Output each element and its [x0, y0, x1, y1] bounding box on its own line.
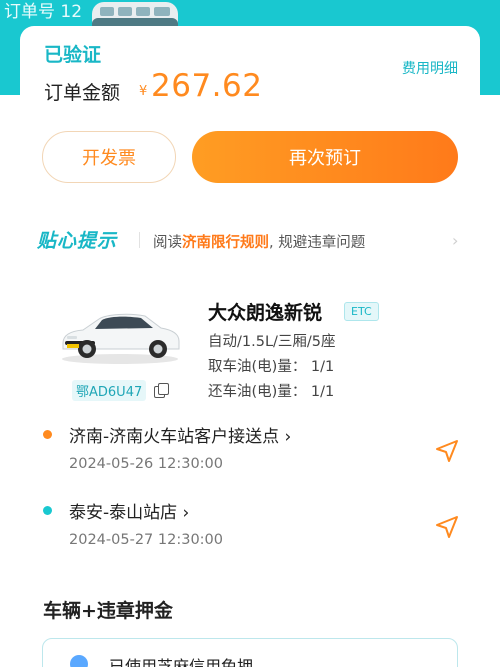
dropoff-name: 泰安-泰山站店 › — [69, 503, 190, 523]
dropoff-dot — [43, 506, 52, 515]
currency-symbol: ¥ — [139, 84, 148, 99]
tip-logo: 贴心提示 — [37, 230, 118, 252]
invoice-button[interactable]: 开发票 — [42, 131, 176, 183]
plate-row: 鄂AD6U47 — [72, 379, 170, 401]
rebook-button[interactable]: 再次预订 — [192, 131, 458, 183]
shield-icon — [70, 655, 88, 667]
tip-divider — [139, 232, 140, 248]
etc-badge: ETC — [344, 302, 379, 321]
tip-text: 阅读济南限行规则, 规避违章问题 — [153, 231, 365, 252]
navigation-icon[interactable] — [434, 514, 460, 540]
return-fuel: 还车油(电)量： 1/1 — [208, 384, 335, 400]
pickup-name: 济南-济南火车站客户接送点 › — [69, 427, 292, 447]
tip-prefix: 阅读 — [153, 235, 182, 251]
chevron-right-icon: › — [452, 231, 459, 250]
navigation-icon[interactable] — [434, 438, 460, 464]
car-spec: 自动/1.5L/三厢/5座 — [208, 334, 336, 350]
amount-label: 订单金额 — [44, 82, 121, 104]
pickup-fuel: 取车油(电)量： 1/1 — [208, 359, 335, 375]
car-image — [62, 313, 180, 364]
fee-detail-link[interactable]: 费用明细 — [402, 58, 458, 78]
order-amount: 267.62 — [151, 68, 263, 104]
tip-rule-link[interactable]: 济南限行规则 — [182, 235, 269, 251]
pickup-time: 2024-05-26 12:30:00 — [69, 456, 223, 472]
dropoff-time: 2024-05-27 12:30:00 — [69, 532, 223, 548]
order-summary-card: 已验证 费用明细 订单金额 ¥ 267.62 — [20, 26, 480, 122]
dropoff-location[interactable]: 泰安-泰山站店 › 2024-05-27 12:30:00 — [0, 496, 500, 556]
license-plate: 鄂AD6U47 — [72, 379, 147, 401]
verification-status: 已验证 — [44, 44, 102, 66]
pickup-location[interactable]: 济南-济南火车站客户接送点 › 2024-05-26 12:30:00 — [0, 420, 500, 480]
order-number: 订单号 12 — [4, 2, 83, 22]
deposit-card[interactable]: 已使用芝麻信用免押 — [42, 638, 458, 667]
copy-icon[interactable] — [154, 383, 170, 398]
pickup-dot — [43, 430, 52, 439]
tip-suffix: , 规避违章问题 — [269, 235, 366, 251]
tip-banner[interactable]: 贴心提示 阅读济南限行规则, 规避违章问题 › — [0, 222, 500, 258]
deposit-text: 已使用芝麻信用免押 — [109, 657, 254, 667]
deposit-title: 车辆+违章押金 — [43, 600, 173, 622]
car-name: 大众朗逸新锐 — [208, 302, 323, 324]
